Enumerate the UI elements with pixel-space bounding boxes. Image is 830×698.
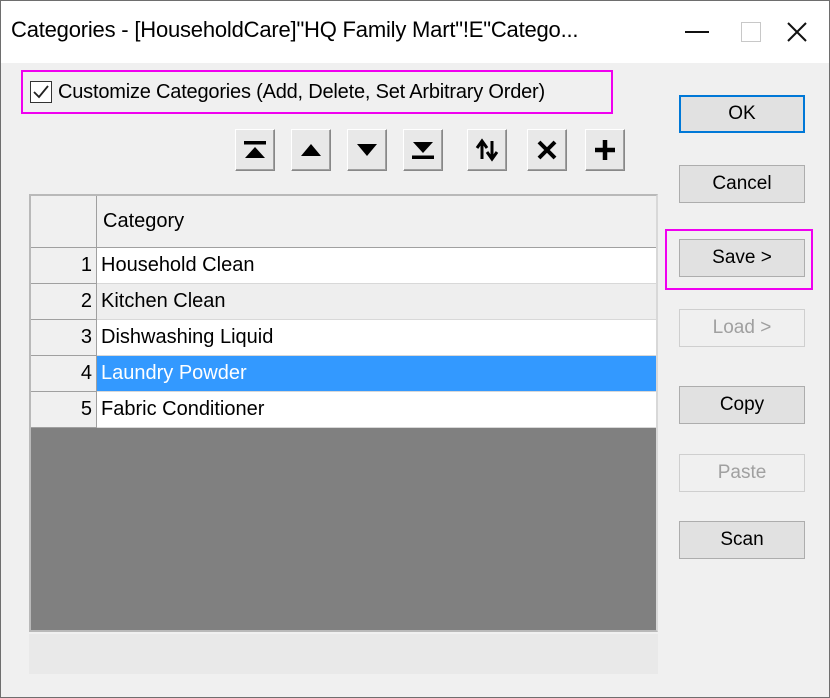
customize-checkbox[interactable] (30, 81, 52, 103)
close-icon (787, 22, 807, 42)
category-cell[interactable]: Kitchen Clean (97, 284, 656, 320)
customize-categories-option[interactable]: Customize Categories (Add, Delete, Set A… (21, 70, 613, 114)
grid-body: Category 1 Household Clean 2 Kitchen Cle… (31, 196, 656, 428)
sort-icon (475, 138, 499, 162)
save-button[interactable]: Save > (679, 239, 805, 277)
row-number[interactable]: 3 (31, 320, 97, 356)
move-up-icon (301, 144, 321, 156)
scan-button[interactable]: Scan (679, 521, 805, 559)
categories-dialog: Categories - [HouseholdCare]"HQ Family M… (0, 0, 830, 698)
copy-button[interactable]: Copy (679, 386, 805, 424)
category-cell[interactable]: Household Clean (97, 248, 656, 284)
paste-button: Paste (679, 454, 805, 492)
column-header-category[interactable]: Category (97, 196, 656, 248)
table-row[interactable]: 5 Fabric Conditioner (31, 392, 656, 428)
close-button[interactable] (769, 1, 825, 63)
row-number[interactable]: 5 (31, 392, 97, 428)
minimize-icon (685, 31, 709, 33)
move-to-bottom-button[interactable] (403, 129, 443, 171)
sort-button[interactable] (467, 129, 507, 171)
row-number[interactable]: 4 (31, 356, 97, 392)
category-cell[interactable]: Laundry Powder (97, 356, 656, 392)
move-to-top-button[interactable] (235, 129, 275, 171)
table-row-selected[interactable]: 4 Laundry Powder (31, 356, 656, 392)
add-icon (595, 140, 615, 160)
grid-header-row: Category (31, 196, 656, 248)
cancel-button[interactable]: Cancel (679, 165, 805, 203)
move-to-bottom-icon (412, 142, 434, 159)
category-cell[interactable]: Dishwashing Liquid (97, 320, 656, 356)
minimize-button[interactable] (669, 1, 725, 63)
table-row[interactable]: 1 Household Clean (31, 248, 656, 284)
table-row[interactable]: 3 Dishwashing Liquid (31, 320, 656, 356)
row-header-corner (31, 196, 97, 248)
delete-button[interactable] (527, 129, 567, 171)
move-up-button[interactable] (291, 129, 331, 171)
checkmark-icon (33, 85, 49, 99)
load-button: Load > (679, 309, 805, 347)
move-down-icon (357, 144, 377, 156)
window-title: Categories - [HouseholdCare]"HQ Family M… (11, 17, 579, 42)
add-button[interactable] (585, 129, 625, 171)
customize-label: Customize Categories (Add, Delete, Set A… (58, 80, 545, 103)
row-number[interactable]: 1 (31, 248, 97, 284)
title-bar: Categories - [HouseholdCare]"HQ Family M… (1, 1, 829, 63)
move-to-top-icon (244, 141, 266, 158)
categories-grid[interactable]: Category 1 Household Clean 2 Kitchen Cle… (29, 194, 658, 632)
ok-button[interactable]: OK (679, 95, 805, 133)
row-number[interactable]: 2 (31, 284, 97, 320)
table-row[interactable]: 2 Kitchen Clean (31, 284, 656, 320)
move-down-button[interactable] (347, 129, 387, 171)
delete-icon (537, 140, 557, 160)
category-cell[interactable]: Fabric Conditioner (97, 392, 656, 428)
status-strip (29, 634, 658, 674)
maximize-icon (741, 22, 761, 42)
